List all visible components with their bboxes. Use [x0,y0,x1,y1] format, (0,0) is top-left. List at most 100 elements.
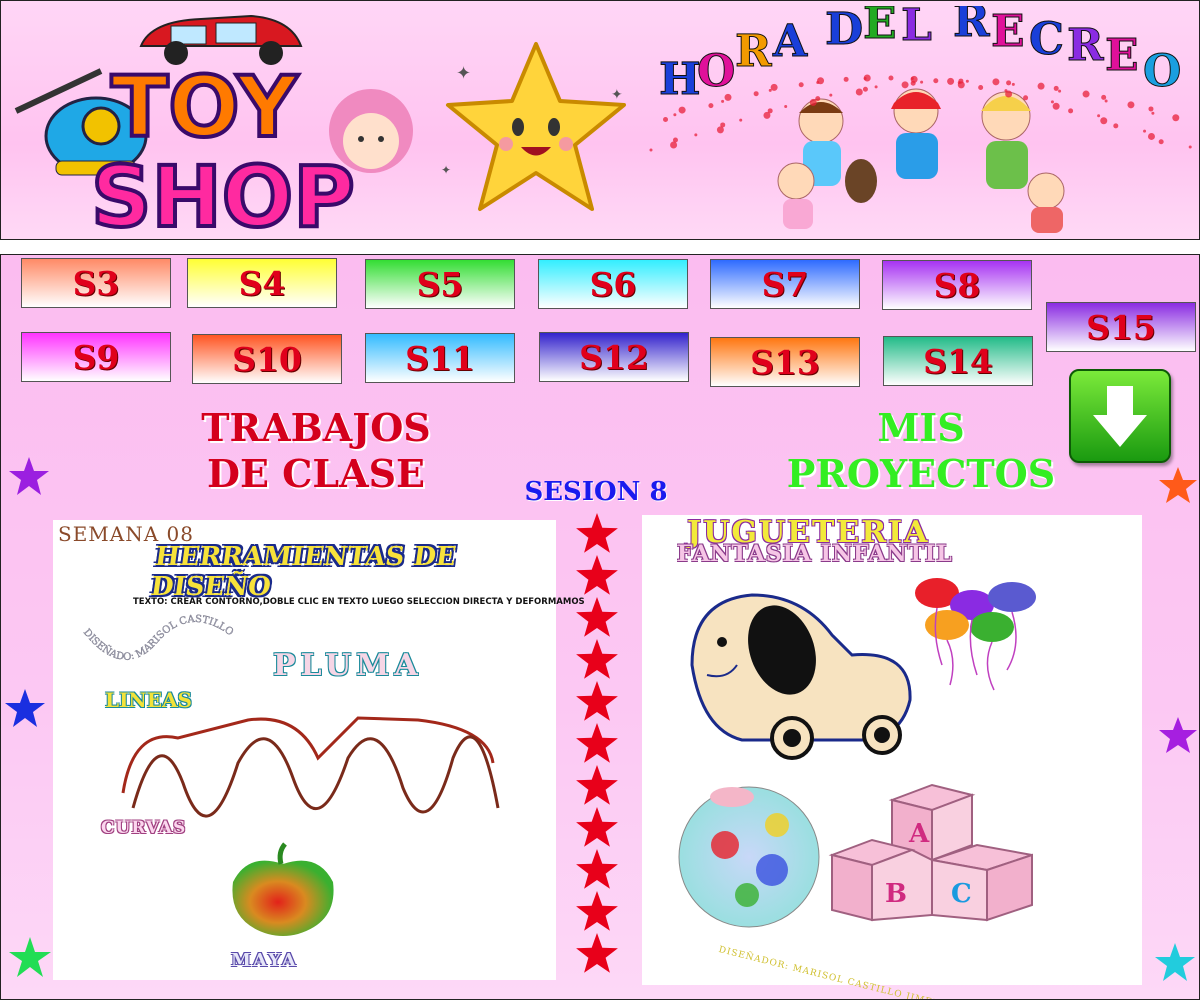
pen-lines-drawing [121,716,500,818]
cyan-star-icon [1155,943,1195,981]
session-button-s13[interactable]: S13 [710,337,860,387]
confetti-dot [1101,94,1107,100]
trabajos-line1: TRABAJOS [201,405,431,450]
beach-ball-icon [678,786,820,928]
session-button-s11[interactable]: S11 [365,333,515,383]
session-button-s9[interactable]: S9 [21,332,171,382]
trabajos-line2: DE CLASE [207,451,425,496]
confetti-dot [694,133,698,137]
confetti-dot [863,74,871,82]
toy-shop-logo: TOY SHOP [14,14,413,239]
session-button-s15[interactable]: S15 [1046,302,1196,352]
proyectos-line1: MIS [877,405,965,450]
confetti-dot [724,93,732,101]
curvas-label: CURVAS [101,818,187,838]
logo-toy-text: TOY [111,58,299,156]
confetti-dot [1188,145,1192,149]
confetti-dot [1127,101,1135,109]
toy-dog-car-icon [690,593,912,760]
green-star-icon [9,937,51,977]
confetti-dot [947,77,955,85]
confetti-dot [1068,108,1074,114]
smiling-star-icon: ✦ ✦ ✦ [441,42,626,211]
confetti-dot [649,148,653,152]
confetti-dot [1151,111,1155,115]
herramientas-title: HERRAMIENTAS DE DISEÑO [148,542,458,602]
confetti-dot [663,117,669,123]
orange-star-icon [1159,467,1197,503]
confetti-dot [1058,89,1062,93]
header-banner: TOY SHOP ✦ ✦ ✦ HORADELRECREO [0,0,1200,240]
violet-star-icon [1159,717,1197,753]
confetti-dot [1172,114,1180,122]
confetti-dot [1113,123,1119,129]
download-button[interactable] [1069,369,1171,463]
proyectos-panel[interactable]: JUGUETERIA FANTASIA INFANTIL A B C DISEÑ… [642,515,1142,999]
confetti-dot [1053,85,1059,91]
confetti-dot [770,83,778,91]
confetti-dot [1104,99,1108,103]
confetti-dot [815,96,821,102]
session-button-s3[interactable]: S3 [21,258,171,308]
session-button-s4[interactable]: S4 [187,258,337,308]
session-button-s8[interactable]: S8 [882,260,1032,310]
confetti-dot [784,105,788,109]
red-star-icon [576,555,618,595]
confetti-dot [1082,90,1090,98]
confetti-dot [716,126,724,134]
confetti-dot [1143,129,1147,133]
session-button-s14[interactable]: S14 [883,336,1033,386]
session-button-s6[interactable]: S6 [538,259,688,309]
confetti-dot [992,78,1000,86]
confetti-dot [888,75,894,81]
block-a-letter: A [908,819,930,849]
svg-text:DISEÑADO: MARISOL CASTILLO: DISEÑADO: MARISOL CASTILLO [81,614,235,663]
confetti-dot [670,141,678,149]
confetti-dot [1052,102,1060,110]
confetti-dot [1100,117,1108,125]
red-star-icon [576,849,618,889]
red-star-icon [576,765,618,805]
confetti-dot [957,81,965,89]
red-stars-column [576,513,618,973]
red-star-icon [576,933,618,973]
instruction-text: TEXTO: CREAR CONTORNO,DOBLE CLIC EN TEXT… [133,597,585,607]
confetti-dot [965,79,969,83]
session-button-s10[interactable]: S10 [192,334,342,384]
session-button-s7[interactable]: S7 [710,259,860,309]
confetti-dot [855,88,863,96]
session-button-s5[interactable]: S5 [365,259,515,309]
trabajos-panel[interactable]: SEMANA 08 HERRAMIENTAS DE DISEÑO TEXTO: … [53,520,585,980]
confetti-dot [1158,139,1164,145]
pluma-label: PLUMA [273,648,423,683]
arrow-down-icon [1093,386,1147,447]
confetti-dot [862,86,868,92]
confetti-dot [1097,114,1101,118]
confetti-dot [920,80,924,84]
mis-proyectos-heading[interactable]: MIS PROYECTOS [761,405,1081,497]
confetti-dot [1006,80,1012,86]
block-c-letter: C [951,879,972,909]
confetti-decoration [649,74,1192,152]
confetti-dot [672,137,678,143]
confetti-dot [753,91,759,97]
blue-star-icon [5,689,45,727]
session-button-s12[interactable]: S12 [539,332,689,382]
confetti-dot [901,81,909,89]
proyectos-line2: PROYECTOS [786,451,1056,496]
abc-blocks-icon: A B C [828,783,1033,922]
designer-credit: DISEÑADOR: MARISOL CASTILLO JIMENEZ [717,945,957,1000]
confetti-dot [933,78,939,84]
purple-star-icon [9,457,49,495]
red-star-icon [576,513,618,553]
svg-text:✦: ✦ [611,87,623,103]
trabajos-de-clase-heading[interactable]: TRABAJOS DE CLASE [161,405,471,497]
confetti-dot [739,118,743,122]
balloons-icon [915,578,1036,691]
confetti-dot [708,103,714,109]
svg-text:✦: ✦ [456,63,471,84]
confetti-dot [1050,100,1054,104]
main-content: S3 S4 S5 S6 S7 S8 S15 S9 S10 S11 S12 S13 S14 TRABAJ… [0,254,1200,1000]
red-star-icon [576,681,618,721]
confetti-dot [978,85,984,91]
